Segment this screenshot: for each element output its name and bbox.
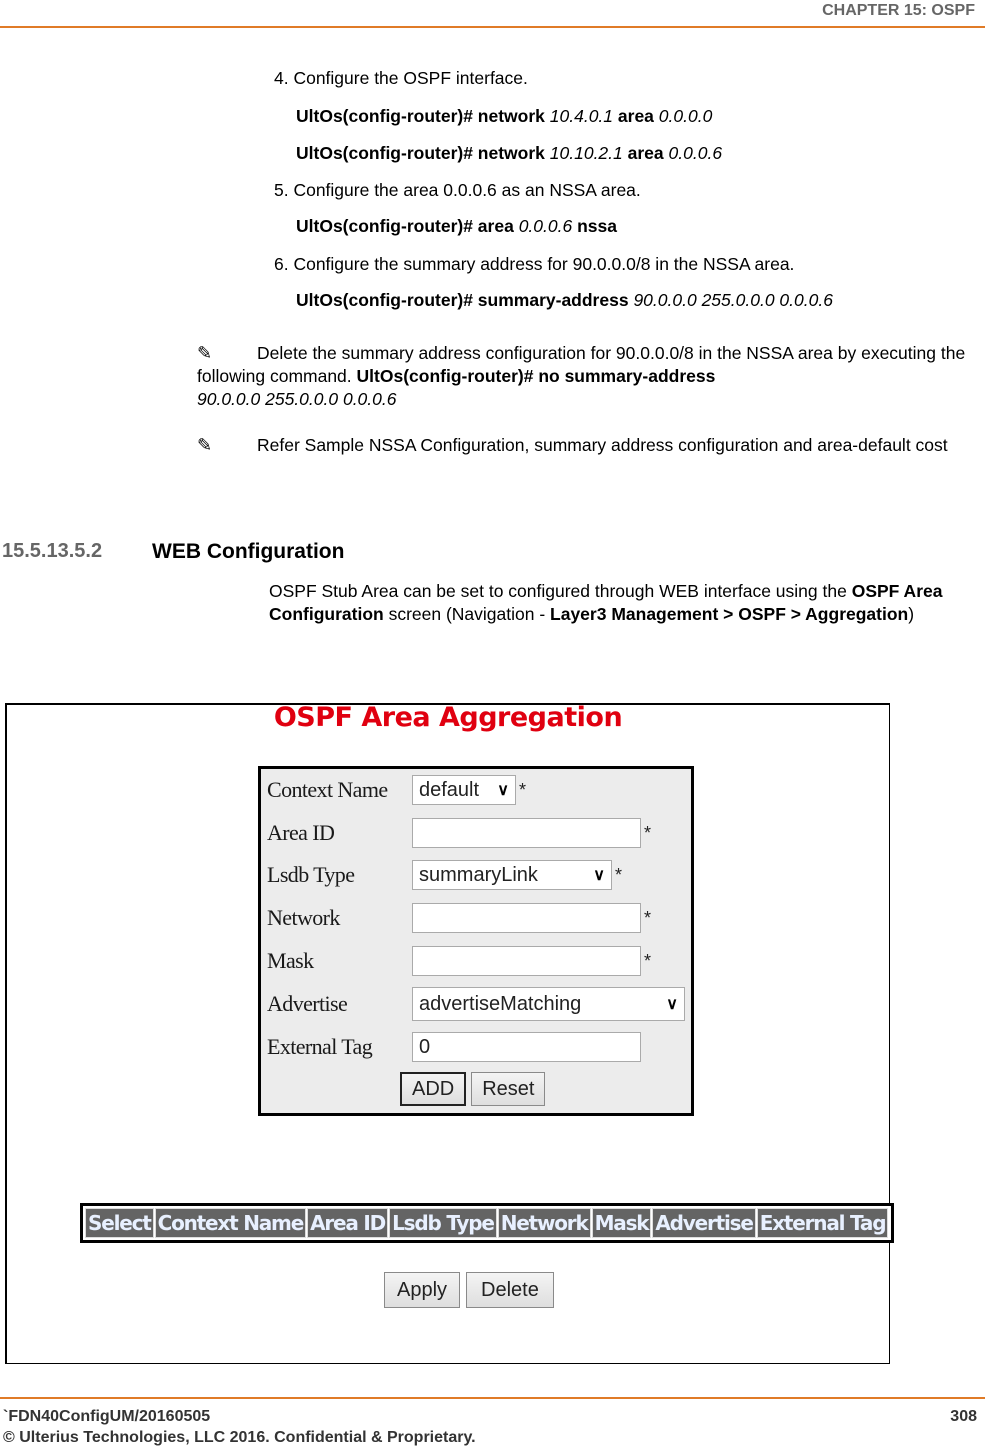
body-text: ): [908, 604, 915, 624]
command-line: UltOs(config-router)# network 10.10.2.1 …: [296, 143, 722, 164]
ui-title: OSPF Area Aggregation: [273, 702, 623, 733]
command-line: UltOs(config-router)# summary-address 90…: [296, 290, 833, 311]
mask-label: Mask: [267, 948, 314, 973]
table-actions: Apply Delete: [384, 1272, 554, 1308]
footer-doc-id: `FDN40ConfigUM/20160505: [3, 1408, 211, 1425]
step-6: 6. Configure the summary address for 90.…: [274, 254, 795, 274]
footer-copyright: © Ulterius Technologies, LLC 2016. Confi…: [3, 1429, 476, 1446]
advertise-select[interactable]: advertiseMatching ∨: [412, 987, 685, 1021]
command-arg: 10.10.2.1: [549, 143, 623, 163]
body-text: screen (Navigation -: [383, 604, 551, 624]
advertise-value: advertiseMatching: [419, 992, 582, 1015]
command-keyword: UltOs(config-router)# network: [296, 143, 545, 163]
command-keyword: UltOs(config-router)# summary-address: [296, 290, 629, 310]
note: ✎ Refer Sample NSSA Configuration, summar…: [197, 434, 972, 457]
required-marker: *: [519, 779, 527, 800]
body-text: OSPF Stub Area can be set to configured …: [269, 581, 852, 601]
column-header-lsdb-type: Lsdb Type: [389, 1208, 497, 1238]
external-tag-label: External Tag: [267, 1034, 373, 1059]
page-number: 308: [950, 1408, 977, 1425]
lsdb-type-select[interactable]: summaryLink ∨: [412, 860, 612, 890]
area-id-row: Area ID *: [267, 816, 651, 850]
mask-input[interactable]: [412, 946, 641, 976]
lsdb-type-value: summaryLink: [419, 863, 538, 886]
command-line: UltOs(config-router)# network 10.4.0.1 a…: [296, 106, 712, 127]
form-actions: ADD Reset: [400, 1072, 546, 1106]
command-arg: 90.0.0.0 255.0.0.0 0.0.0.6: [633, 290, 833, 310]
network-label: Network: [267, 905, 340, 930]
mask-row: Mask *: [267, 944, 651, 978]
command-arg: 0.0.0.6: [518, 216, 573, 236]
required-marker: *: [644, 822, 652, 843]
advertise-row: Advertise advertiseMatching ∨: [267, 987, 685, 1021]
command-arg: 10.4.0.1: [549, 106, 614, 126]
lsdb-type-row: Lsdb Type summaryLink ∨ *: [267, 858, 622, 892]
navigation-path: Layer3 Management > OSPF > Aggregation: [550, 604, 909, 624]
command-keyword: area: [627, 143, 664, 163]
ui-screenshot: OSPF Area Aggregation Context Name defau…: [5, 702, 895, 1364]
command-keyword: UltOs(config-router)# network: [296, 106, 545, 126]
required-marker: *: [644, 950, 652, 971]
chevron-down-icon: ∨: [593, 867, 605, 884]
area-id-label: Area ID: [267, 820, 335, 845]
network-input[interactable]: [412, 903, 641, 933]
chevron-down-icon: ∨: [666, 996, 678, 1013]
command-arg: 0.0.0.0: [658, 106, 713, 126]
context-name-label: Context Name: [267, 777, 388, 802]
section-body: OSPF Stub Area can be set to configured …: [269, 580, 969, 626]
required-marker: *: [644, 907, 652, 928]
delete-button[interactable]: Delete: [466, 1272, 554, 1308]
column-header-mask: Mask: [591, 1208, 652, 1238]
required-marker: *: [615, 864, 623, 885]
column-header-context-name: Context Name: [154, 1208, 307, 1238]
section-title: WEB Configuration: [152, 540, 345, 563]
context-name-select[interactable]: default ∨: [412, 775, 516, 805]
step-5: 5. Configure the area 0.0.0.6 as an NSSA…: [274, 180, 641, 200]
aggregation-form: Context Name default ∨ * Area ID * Lsdb …: [258, 766, 694, 1116]
external-tag-input[interactable]: 0: [412, 1032, 641, 1062]
command-line: UltOs(config-router)# area 0.0.0.6 nssa: [296, 216, 617, 237]
command-keyword: nssa: [577, 216, 617, 236]
section-number: 15.5.13.5.2: [2, 540, 103, 562]
command-arg: 0.0.0.6: [668, 143, 723, 163]
note-text: Refer Sample NSSA Configuration, summary…: [257, 435, 948, 455]
step-4: 4. Configure the OSPF interface.: [274, 68, 528, 88]
chapter-header: CHAPTER 15: OSPF: [822, 2, 975, 19]
lsdb-type-label: Lsdb Type: [267, 862, 355, 887]
external-tag-row: External Tag 0: [267, 1030, 641, 1064]
footer-divider: [0, 1397, 985, 1399]
note-command: UltOs(config-router)# no summary-address: [356, 366, 716, 386]
reset-button[interactable]: Reset: [471, 1072, 546, 1106]
pencil-icon: ✎: [197, 435, 213, 455]
context-name-row: Context Name default ∨ *: [267, 773, 526, 807]
context-name-value: default: [419, 778, 480, 801]
note: ✎ Delete the summary address configuratio…: [197, 342, 972, 411]
add-button[interactable]: ADD: [400, 1072, 467, 1106]
area-id-input[interactable]: [412, 818, 641, 848]
network-row: Network *: [267, 901, 651, 935]
chevron-down-icon: ∨: [497, 782, 509, 799]
column-header-advertise: Advertise: [652, 1208, 756, 1238]
column-header-area-id: Area ID: [307, 1208, 389, 1238]
command-keyword: area: [617, 106, 654, 126]
column-header-external-tag: External Tag: [756, 1208, 889, 1238]
advertise-label: Advertise: [267, 991, 348, 1016]
command-keyword: UltOs(config-router)# area: [296, 216, 514, 236]
pencil-icon: ✎: [197, 343, 213, 363]
aggregation-table-header: Select Context Name Area ID Lsdb Type Ne…: [80, 1203, 895, 1243]
apply-button[interactable]: Apply: [384, 1272, 461, 1308]
column-header-select: Select: [85, 1208, 154, 1238]
column-header-network: Network: [497, 1208, 591, 1238]
note-command-args: 90.0.0.0 255.0.0.0 0.0.0.6: [197, 389, 397, 409]
header-divider: [0, 26, 985, 28]
